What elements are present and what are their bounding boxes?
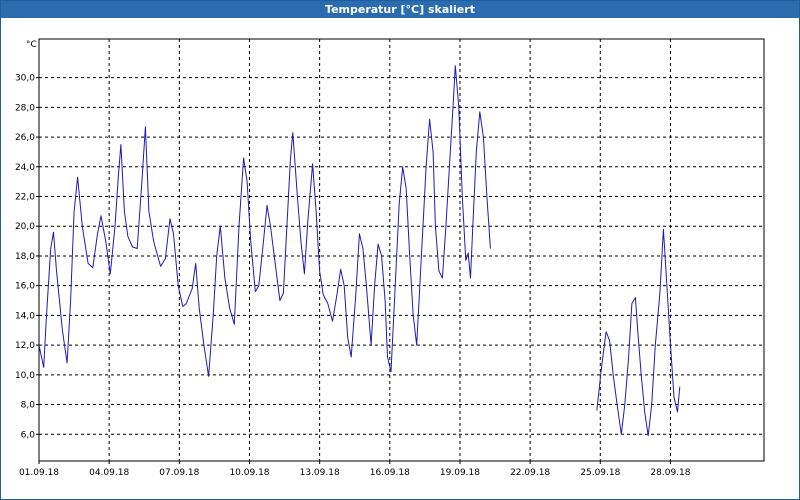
x-axis-ticks: 01.09.18 04.09.18 07.09.18 10.09.18 13.09.18… [19, 461, 691, 478]
x-tick-label: 13.09.18 [300, 468, 340, 478]
y-tick-label: 6,0 [21, 430, 36, 440]
y-tick-label: 14,0 [15, 311, 35, 321]
y-tick-label: 30,0 [15, 74, 35, 84]
y-tick-label: 28,0 [15, 103, 35, 113]
y-tick-label: 10,0 [15, 371, 35, 381]
x-tick-label: 25.09.18 [580, 468, 620, 478]
y-tick-label: 24,0 [15, 163, 35, 173]
y-tick-label: 18,0 [15, 252, 35, 262]
x-tick-label: 01.09.18 [19, 468, 59, 478]
y-tick-label: 26,0 [15, 133, 35, 143]
x-tick-label: 07.09.18 [159, 468, 199, 478]
y-tick-label: 8,0 [21, 401, 36, 411]
x-tick-label: 28.09.18 [650, 468, 690, 478]
y-axis-unit: °C [26, 40, 37, 50]
plot-area [38, 38, 765, 462]
x-tick-label: 04.09.18 [89, 468, 129, 478]
x-tick-label: 19.09.18 [440, 468, 480, 478]
y-tick-label: 22,0 [15, 193, 35, 203]
line-chart: °C 6,0 8,0 10,0 12,0 14,0 16,0 18,0 20,0 22,0 24,… [15, 38, 765, 478]
y-tick-label: 16,0 [15, 282, 35, 292]
x-tick-label: 22.09.18 [510, 468, 550, 478]
window-title: Temperatur [°C] skaliert [1, 1, 799, 18]
y-tick-label: 12,0 [15, 341, 35, 351]
y-tick-label: 20,0 [15, 222, 35, 232]
x-tick-label: 16.09.18 [370, 468, 410, 478]
y-axis-ticks: 6,0 8,0 10,0 12,0 14,0 16,0 18,0 20,0 22,0 24,0 26… [15, 74, 39, 440]
x-tick-label: 10.09.18 [229, 468, 269, 478]
